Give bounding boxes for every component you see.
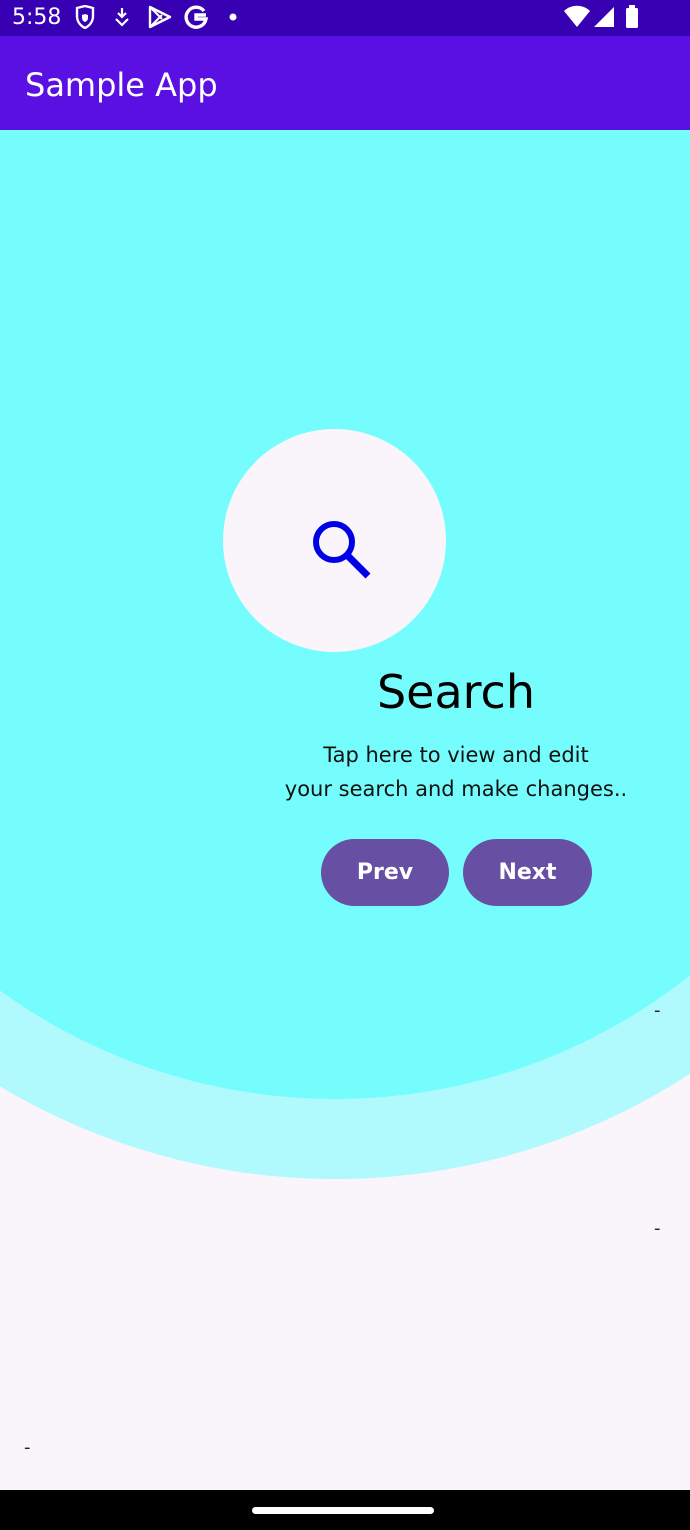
showcase-description-line-1: Tap here to view and edit [323, 743, 589, 767]
wifi-icon [564, 5, 590, 27]
showcase-overlay[interactable] [0, 130, 690, 1490]
navigation-bar [0, 1490, 690, 1530]
status-time: 5:58 [12, 5, 62, 30]
list-marker: - [654, 1000, 661, 1021]
showcase-description-line-2: your search and make changes.. [284, 777, 628, 801]
status-right-icons [564, 5, 638, 28]
showcase-description: Tap here to view and edit your search an… [270, 738, 642, 806]
app-title: Sample App [25, 66, 218, 104]
status-bar: 5:58 [0, 0, 690, 36]
home-handle[interactable] [252, 1507, 434, 1514]
signal-icon [594, 6, 614, 27]
status-left-icons [75, 5, 237, 29]
battery-icon [626, 5, 638, 28]
list-marker: - [654, 1218, 661, 1239]
dot-icon [229, 13, 237, 21]
next-button[interactable]: Next [463, 839, 592, 906]
google-icon [184, 5, 209, 29]
download-arrow-icon [115, 8, 129, 27]
showcase-title: Search [376, 665, 536, 719]
app-bar: Sample App [0, 36, 690, 130]
search-icon[interactable] [306, 514, 376, 584]
shield-icon [75, 5, 95, 29]
list-marker: - [24, 1437, 31, 1458]
play-store-icon [148, 5, 172, 29]
showcase-backdrop [0, 130, 690, 1179]
prev-button[interactable]: Prev [321, 839, 449, 906]
